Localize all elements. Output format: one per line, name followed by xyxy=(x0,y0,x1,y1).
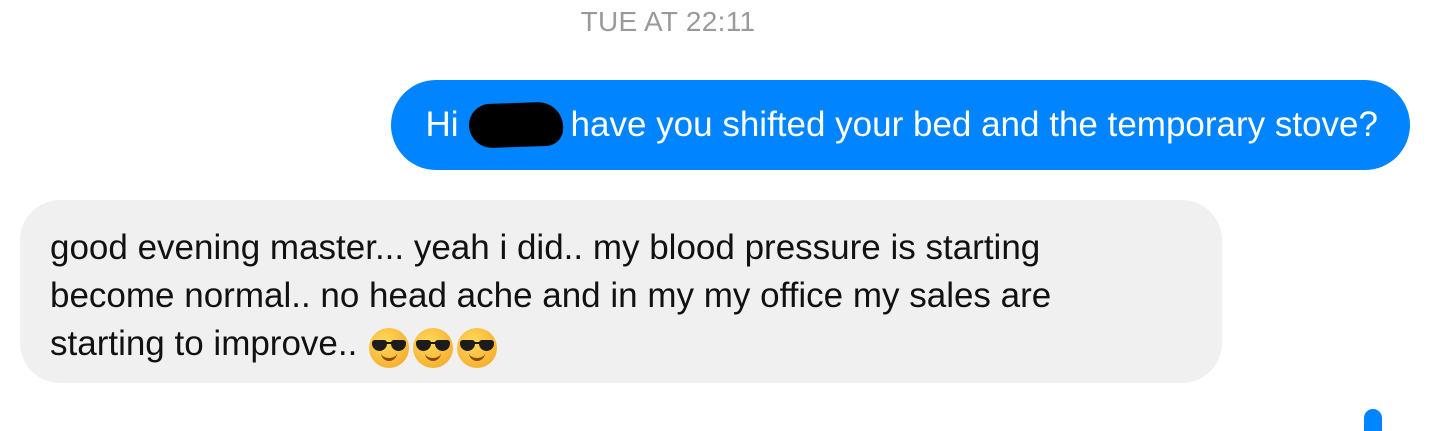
sunglasses-face-emoji-icon xyxy=(369,327,410,368)
sent-message-greeting: Hi xyxy=(425,105,459,144)
received-message-line: become normal.. no head ache and in my m… xyxy=(50,276,1052,315)
received-message-line: good evening master... yeah i did.. my b… xyxy=(50,228,1041,267)
sunglasses-face-emoji-icon xyxy=(457,327,498,368)
received-message-line: starting to improve.. xyxy=(50,320,1192,370)
received-message-bubble[interactable]: good evening master... yeah i did.. my b… xyxy=(20,200,1222,383)
received-message-line-text: starting to improve.. xyxy=(50,324,358,363)
message-timestamp: TUE AT 22:11 xyxy=(580,6,756,37)
emoji-group xyxy=(369,322,501,370)
redacted-name-scribble xyxy=(467,101,564,149)
sent-message-bubble[interactable]: Hi have you shifted your bed and the tem… xyxy=(391,80,1410,170)
partial-message-bubble xyxy=(1364,409,1382,431)
sent-message-text: have you shifted your bed and the tempor… xyxy=(570,105,1378,144)
sunglasses-face-emoji-icon xyxy=(413,327,454,368)
conversation-view: TUE AT 22:11 Hi have you shifted your be… xyxy=(0,0,1452,431)
